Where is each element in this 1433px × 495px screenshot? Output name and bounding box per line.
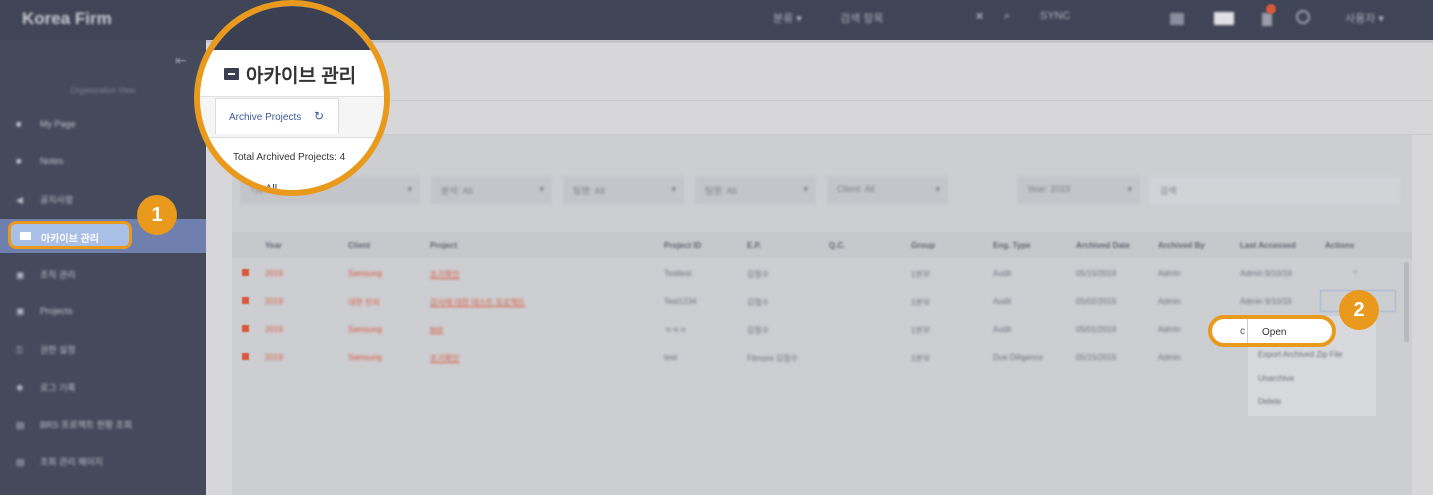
col-qc[interactable]: Q.C. [829,241,845,250]
user-menu[interactable]: 사용자 ▾ [1345,10,1384,26]
table-search-input[interactable]: 검색 [1150,176,1400,204]
header-shadow [206,40,1433,43]
chevron-down-icon: ▾ [935,184,940,194]
list-icon: ▤ [16,420,25,430]
note-icon: ■ [16,156,22,166]
sidebar-item-my-page[interactable]: ■ My Page [16,119,76,129]
sidebar-item-notice[interactable]: ◀ 공지사항 [16,193,73,206]
col-last-accessed[interactable]: Last Accessed [1240,241,1296,250]
org-icon: ▣ [16,270,25,280]
sidebar-item-projects[interactable]: ▣ Projects [16,306,73,317]
col-archived-by[interactable]: Archived By [1158,241,1205,250]
menu-item-unarchive[interactable]: Unarchive [1258,374,1294,383]
sidebar-item-notes[interactable]: ■ Notes [16,156,64,166]
flag-icon[interactable] [1214,12,1234,25]
brand-logo: Korea Firm [22,9,112,28]
bell-icon[interactable] [1262,13,1272,26]
notification-badge [1266,4,1276,14]
sync-status[interactable]: SYNC [1040,10,1071,22]
sidebar-item-permissions[interactable]: ⚿ 권한 설정 [16,343,76,356]
col-ep[interactable]: E.P. [747,241,761,250]
filter-client[interactable]: Client: All ▾ [827,176,948,204]
callout-badge-1: 1 [137,195,177,235]
project-link[interactable]: test [430,325,443,334]
project-link[interactable]: 조기확인 [430,269,459,280]
folder-icon: ▣ [16,306,25,316]
search-icon[interactable]: ⌕ [1004,10,1010,23]
key-icon: ⚿ [16,345,23,355]
search-input[interactable]: 검색 항목 [840,10,884,26]
filter-year[interactable]: Year: 2019 ▾ [1017,176,1140,204]
share-icon: ◀ [16,195,23,205]
zoom-topbar [200,6,384,50]
table-header [232,232,1412,258]
table-scrollbar[interactable] [1404,262,1409,342]
project-link[interactable]: 조기확인 [430,353,459,364]
col-eng-type[interactable]: Eng. Type [993,241,1031,250]
sidebar-item-query[interactable]: ▤ 조회 관리 페이지 [16,455,103,468]
tab-archive-projects[interactable]: Archive Projects ↻ [215,98,339,134]
row-actions-menu-icon[interactable]: ⌄ [1352,266,1359,275]
archive-icon [20,232,31,240]
chevron-down-icon: ▾ [407,184,412,194]
menu-item-export[interactable]: Export Archived Zip File [1258,350,1342,359]
sidebar-item-organization[interactable]: ▣ 조직 관리 [16,268,76,281]
total-archived-projects: Total Archived Projects: 4 [233,152,346,163]
col-archived-date[interactable]: Archived Date [1076,241,1130,250]
col-year[interactable]: Year [265,241,282,250]
archive-status-icon [242,325,249,332]
menu-edge-glyph: c [1240,326,1245,337]
home-icon: ■ [16,119,22,129]
clear-icon[interactable]: ✕ [975,10,984,23]
sidebar-item-logs[interactable]: ✱ 로그 기록 [16,381,76,394]
col-project[interactable]: Project [430,241,457,250]
zoom-magnifier: 아카이브 관리 Archive Projects ↻ Total Archive… [194,0,390,196]
chevron-down-icon: ▾ [539,184,544,194]
chevron-down-icon: ▾ [671,184,676,194]
archive-icon [224,68,239,80]
menu-item-open[interactable]: c Open [1208,315,1336,347]
collapse-sidebar-icon[interactable]: ⇤ [175,52,187,69]
sidebar-item-brs[interactable]: ▤ BRS 프로젝트 현황 조회 [16,418,132,431]
refresh-icon[interactable]: ↻ [314,109,324,123]
col-project-id[interactable]: Project ID [664,241,701,250]
divider [1247,319,1248,343]
gear-icon: ✱ [16,383,24,393]
zoom-body [200,137,384,190]
col-actions: Actions [1325,241,1355,250]
organization-view-label: Organization View [70,86,136,95]
col-group[interactable]: Group [911,241,935,250]
page-title: 아카이브 관리 [246,66,357,87]
menu-item-delete[interactable]: Delete [1258,397,1281,406]
power-icon[interactable] [1296,10,1310,24]
building-icon[interactable] [1170,13,1184,25]
category-select[interactable]: 분류 ▾ [773,10,802,26]
divider [206,100,1433,101]
archive-status-icon [242,353,249,360]
sidebar-item-archive-management[interactable]: 아카이브 관리 [8,221,132,249]
callout-badge-2: 2 [1339,290,1379,330]
col-client[interactable]: Client [348,241,370,250]
chevron-down-icon: ▾ [1127,184,1132,194]
chart-icon: ▤ [16,457,25,467]
project-link[interactable]: 감사에 대한 테스트 프로젝트 [430,297,525,308]
archive-status-icon [242,297,249,304]
chevron-down-icon: ▾ [803,184,808,194]
filter-team-2[interactable]: 팀명: All ▾ [695,176,816,204]
filter-team[interactable]: 팀명: All ▾ [563,176,684,204]
archive-status-icon [242,269,249,276]
filter-analysis[interactable]: 분석: All ▾ [431,176,552,204]
